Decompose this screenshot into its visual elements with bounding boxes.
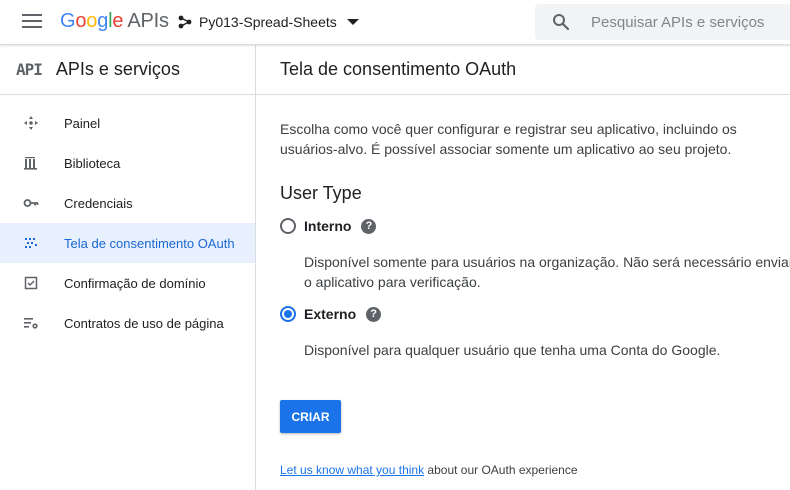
sidebar-nav: Painel Biblioteca Credenciais Tela de co… (0, 103, 255, 343)
help-icon[interactable]: ? (366, 306, 382, 322)
user-type-heading: User Type (280, 183, 362, 203)
library-icon (23, 155, 39, 171)
sidebar-header: API APIs e serviços (0, 45, 255, 95)
google-apis-logo[interactable]: Google APIs (60, 10, 169, 33)
radio-interno[interactable] (280, 218, 296, 234)
option-interno-description: Disponível somente para usuários na orga… (304, 254, 790, 290)
main-panel: Tela de consentimento OAuth Escolha como… (256, 45, 790, 490)
checkbox-icon (23, 275, 39, 291)
search-icon (553, 14, 570, 31)
feedback-rest: about our OAuth experience (424, 463, 578, 477)
page-title: Tela de consentimento OAuth (280, 59, 517, 79)
intro-text: Escolha como você quer configurar e regi… (280, 121, 737, 157)
settings-list-icon (23, 315, 39, 331)
search-input[interactable]: Pesquisar APIs e serviços (535, 4, 790, 40)
feedback-link[interactable]: Let us know what you think (280, 463, 424, 477)
key-icon (23, 195, 39, 211)
radio-interno-label[interactable]: Interno (304, 218, 351, 234)
consent-form: Escolha como você quer configurar e regi… (256, 119, 790, 477)
top-app-bar: Google APIs Py013-Spread-Sheets Pesquisar… (0, 0, 790, 45)
sidebar-item-credenciais[interactable]: Credenciais (0, 183, 255, 223)
option-externo-description: Disponível para qualquer usuário que ten… (304, 342, 721, 358)
project-icon (178, 15, 192, 29)
menu-icon[interactable] (22, 14, 42, 30)
sidebar-item-painel[interactable]: Painel (0, 103, 255, 143)
sidebar-item-biblioteca[interactable]: Biblioteca (0, 143, 255, 183)
consent-icon (23, 235, 39, 251)
radio-externo[interactable] (280, 306, 296, 322)
radio-externo-label[interactable]: Externo (304, 306, 356, 322)
search-placeholder: Pesquisar APIs e serviços (591, 13, 765, 31)
sidebar-title: APIs e serviços (55, 59, 180, 79)
sidebar-item-tela-de-consentimento[interactable]: Tela de consentimento OAuth (0, 223, 255, 263)
option-externo: Externo ? (280, 304, 780, 324)
sidebar-item-contratos-de-uso[interactable]: Contratos de uso de página (0, 303, 255, 343)
logo-suffix: APIs (127, 10, 169, 32)
chevron-down-icon (346, 19, 359, 25)
feedback-text: Let us know what you think about our OAu… (280, 463, 780, 477)
project-selector[interactable]: Py013-Spread-Sheets (178, 11, 359, 33)
create-button[interactable]: CRIAR (280, 400, 341, 433)
sidebar: API APIs e serviços Painel Biblioteca Cr… (0, 45, 256, 490)
help-icon[interactable]: ? (361, 218, 377, 234)
api-badge-icon: API (16, 60, 43, 79)
dashboard-icon (23, 115, 39, 131)
main-header: Tela de consentimento OAuth (256, 45, 790, 95)
sidebar-item-confirmacao-de-dominio[interactable]: Confirmação de domínio (0, 263, 255, 303)
project-name: Py013-Spread-Sheets (199, 14, 337, 30)
option-interno: Interno ? (280, 216, 780, 236)
